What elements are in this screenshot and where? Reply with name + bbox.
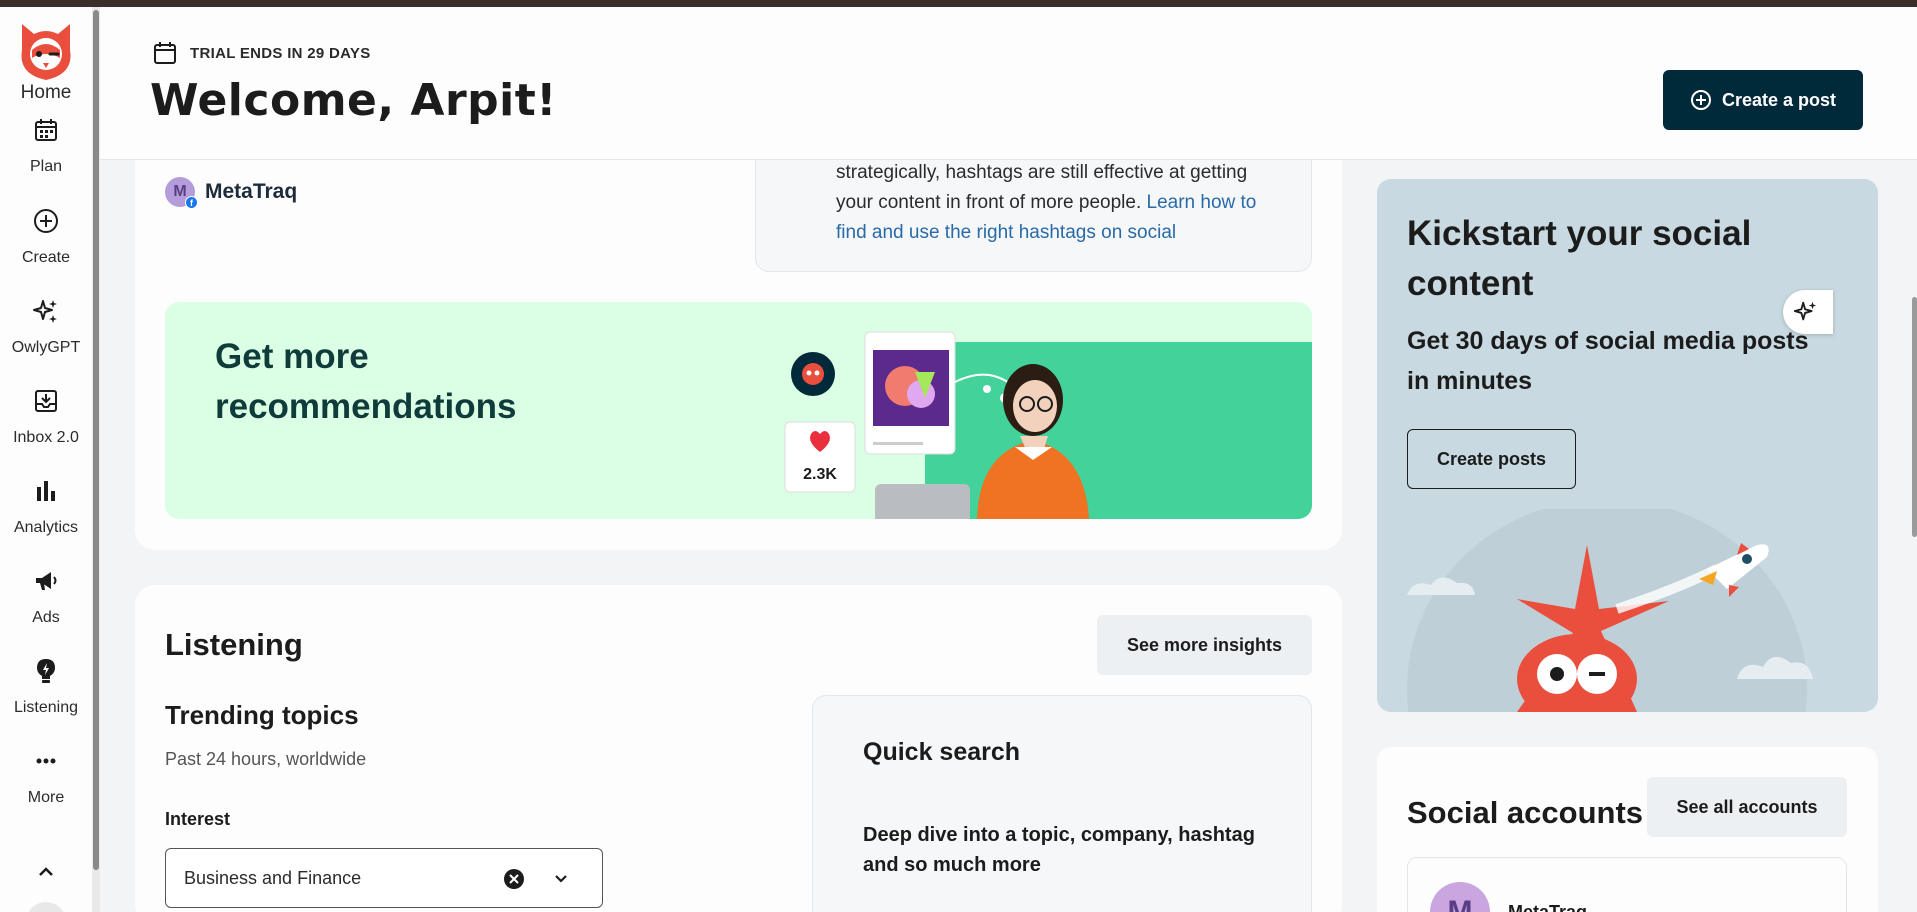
sidebar-item-analytics[interactable]: Analytics [0, 477, 92, 537]
sidebar-item-label: Home [20, 82, 72, 103]
interest-value: Business and Finance [184, 868, 362, 888]
owl-home-icon [21, 24, 71, 80]
sidebar-item-label: Analytics [13, 519, 79, 536]
sidebar-item-more[interactable]: More [0, 747, 92, 807]
ai-assistant-button[interactable] [1783, 290, 1833, 334]
trending-topics-title: Trending topics [165, 700, 359, 730]
trial-text: TRIAL ENDS IN 29 DAYS [190, 44, 371, 62]
sparkles-icon [1793, 301, 1817, 321]
sidebar-item-create[interactable]: Create [0, 207, 92, 267]
avatar: M [1430, 882, 1490, 912]
sidebar: Home Plan Create OwlyGPT Inbox 2.0 Analy… [0, 7, 92, 912]
megaphone-icon [36, 572, 57, 590]
plus-circle-icon [1690, 90, 1711, 110]
window-top-bar [0, 0, 1917, 7]
page-header: TRIAL ENDS IN 29 DAYS Welcome, Arpit! Cr… [100, 7, 1917, 160]
more-dots-icon [36, 758, 56, 764]
social-account-row[interactable]: M MetaTraq [1407, 857, 1847, 912]
page-title: Welcome, Arpit! [150, 75, 557, 126]
recommendations-title: Get more recommendations [215, 337, 517, 426]
quick-search-description: Deep dive into a topic, company, hashtag… [863, 824, 1255, 876]
sidebar-item-plan[interactable]: Plan [0, 116, 92, 176]
sidebar-item-ads[interactable]: Ads [0, 567, 92, 627]
account-chip[interactable]: M f MetaTraq [165, 177, 298, 209]
main-scrollbar-thumb[interactable] [1912, 297, 1917, 537]
trial-banner: TRIAL ENDS IN 29 DAYS [152, 40, 371, 66]
create-posts-button[interactable]: Create posts [1407, 429, 1576, 489]
see-all-accounts-button[interactable]: See all accounts [1647, 777, 1847, 837]
trending-topics-subtitle: Past 24 hours, worldwide [165, 749, 367, 769]
get-more-recommendations-banner[interactable]: Get more recommendations 2.3K [165, 302, 1312, 519]
lightbulb-icon [37, 659, 55, 683]
chevron-down-icon[interactable] [552, 870, 570, 888]
avatar-initial: M [173, 183, 187, 200]
interest-select[interactable]: Business and Finance [165, 848, 603, 908]
calendar-icon [154, 42, 176, 64]
sidebar-item-home[interactable]: Home [0, 20, 92, 104]
sidebar-item-owlygpt[interactable]: OwlyGPT [0, 297, 92, 357]
main-content: M f MetaTraq strategically, hashtags are… [100, 7, 1917, 912]
kickstart-title: Kickstart your social content [1407, 214, 1752, 303]
tip-text: strategically, hashtags are still effect… [836, 158, 1276, 248]
profile-avatar[interactable] [26, 902, 66, 912]
account-name: MetaTraq [205, 180, 298, 203]
facebook-icon: f [185, 196, 198, 209]
bar-chart-icon [37, 481, 55, 501]
create-post-button[interactable]: Create a post [1663, 70, 1863, 130]
clear-icon[interactable] [503, 868, 525, 890]
sidebar-item-label: Create [21, 249, 71, 266]
kickstart-card: Kickstart your social content Get 30 day… [1377, 179, 1878, 712]
see-more-insights-button[interactable]: See more insights [1097, 615, 1312, 675]
plus-circle-icon [34, 209, 58, 233]
sidebar-item-label: Ads [32, 609, 60, 626]
create-post-label: Create a post [1721, 89, 1837, 110]
social-accounts-card: Social accounts See all accounts M MetaT… [1377, 747, 1878, 912]
interest-label: Interest [165, 809, 231, 829]
quick-search-title: Quick search [863, 738, 1021, 766]
sidebar-item-label: OwlyGPT [11, 339, 81, 356]
sidebar-item-inbox[interactable]: Inbox 2.0 [0, 387, 92, 447]
social-account-name: MetaTraq [1508, 902, 1588, 912]
inbox-icon [35, 390, 57, 412]
listening-title: Listening [165, 627, 303, 662]
social-accounts-title: Social accounts [1407, 795, 1644, 830]
chevron-up-icon[interactable] [36, 865, 56, 879]
sidebar-item-listening[interactable]: Listening [0, 657, 92, 717]
sparkles-icon [33, 300, 57, 323]
calendar-icon [35, 119, 57, 141]
sidebar-item-label: More [27, 789, 65, 806]
likes-count: 2.3K [803, 466, 837, 483]
sidebar-item-label: Inbox 2.0 [13, 429, 79, 446]
quick-search-card[interactable]: Quick search Deep dive into a topic, com… [812, 695, 1312, 912]
avatar: M f [165, 177, 198, 209]
recommendations-illustration: 2.3K [784, 331, 1089, 519]
kickstart-subtitle: Get 30 days of social media posts in min… [1407, 327, 1809, 395]
sidebar-scrollbar-thumb[interactable] [93, 10, 99, 870]
sidebar-item-label: Listening [13, 699, 79, 716]
sidebar-item-label: Plan [29, 158, 63, 175]
rocket-owl-illustration [1407, 509, 1813, 712]
